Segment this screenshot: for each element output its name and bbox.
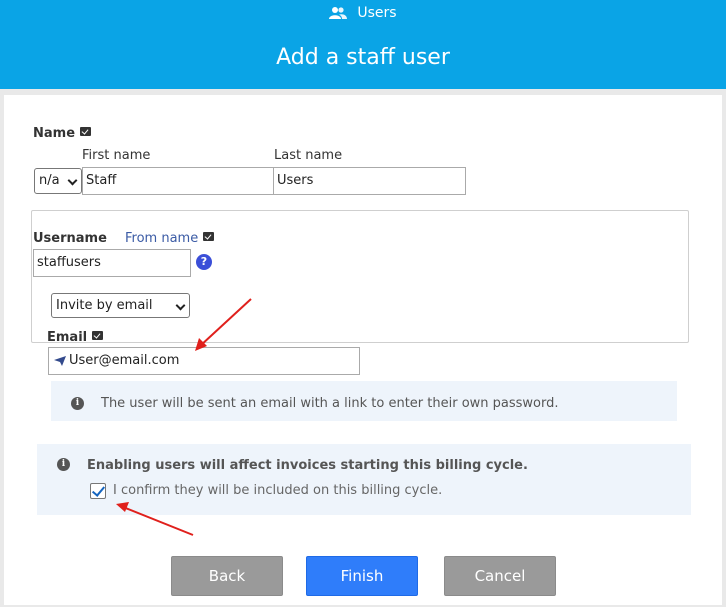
email-check-icon (92, 331, 104, 340)
invite-fieldset (31, 210, 689, 343)
info-circle-icon: i (71, 397, 84, 410)
chevron-down-icon (175, 300, 186, 311)
billing-confirm-checkbox[interactable] (90, 483, 106, 499)
first-name-input[interactable]: Staff (82, 167, 274, 195)
info-circle-icon: i (57, 458, 70, 471)
breadcrumb[interactable]: Users (0, 5, 726, 21)
chevron-down-icon (67, 175, 78, 186)
finish-button[interactable]: Finish (306, 556, 418, 596)
name-title-select-value: n/a (39, 173, 60, 188)
name-label-text: Name (33, 126, 76, 141)
last-name-input[interactable]: Users (273, 167, 466, 195)
page-header: Users Add a staff user (0, 0, 726, 89)
breadcrumb-label: Users (357, 5, 397, 21)
paper-plane-icon (54, 356, 66, 366)
billing-notice (37, 444, 691, 515)
back-button[interactable]: Back (171, 556, 283, 596)
email-label: Email (47, 330, 104, 345)
email-info-text: The user will be sent an email with a li… (101, 396, 559, 411)
cancel-button[interactable]: Cancel (444, 556, 556, 596)
name-title-select[interactable]: n/a (34, 168, 82, 194)
email-input[interactable]: User@email.com (48, 347, 360, 375)
last-name-label: Last name (274, 148, 343, 163)
name-label: Name (33, 126, 92, 141)
users-icon (329, 7, 348, 19)
first-name-label: First name (82, 148, 151, 163)
billing-warning-text: Enabling users will affect invoices star… (87, 458, 528, 473)
page-title: Add a staff user (276, 45, 450, 70)
required-check-icon (80, 127, 92, 136)
billing-confirm-label[interactable]: I confirm they will be included on this … (113, 483, 442, 498)
invite-method-value: Invite by email (56, 298, 153, 313)
email-label-text: Email (47, 330, 88, 345)
invite-method-select[interactable]: Invite by email (51, 293, 190, 318)
